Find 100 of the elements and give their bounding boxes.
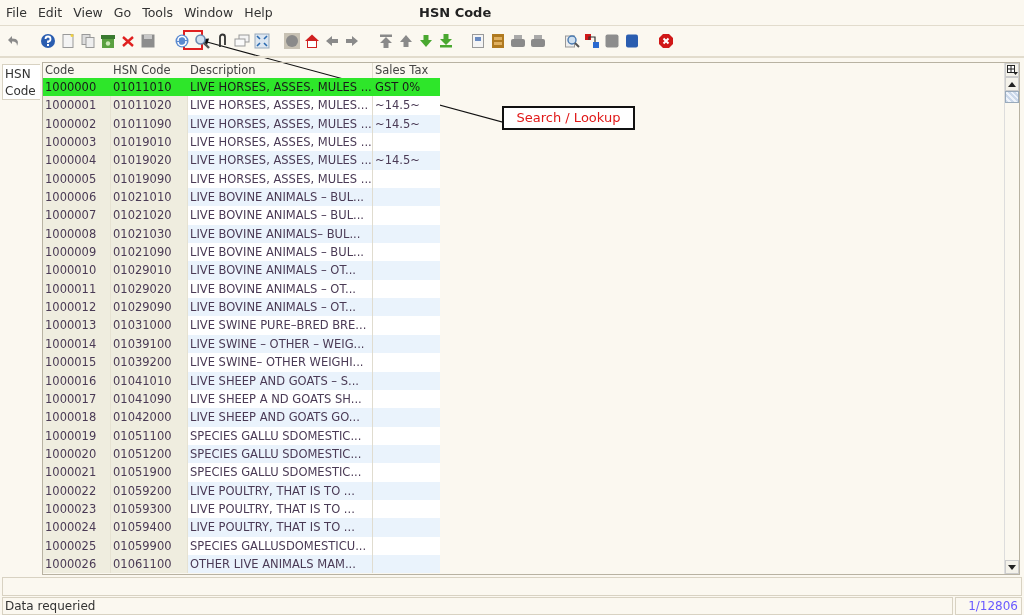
table-cell: LIVE BOVINE ANIMALS – BUL... <box>188 188 372 207</box>
menu-item[interactable]: Edit <box>37 5 63 20</box>
table-cell: 1000007 <box>43 206 111 225</box>
menu-item[interactable]: Tools <box>142 5 173 20</box>
table-row[interactable]: 1000014 01039100 LIVE SWINE – OTHER – WEIG... <box>43 334 440 354</box>
menu-item[interactable]: File <box>6 5 27 20</box>
save-icon[interactable] <box>140 33 156 49</box>
menu-item[interactable]: Help <box>244 5 273 20</box>
table-row[interactable]: 1000016 01041010 LIVE SHEEP AND GOATS – S... <box>43 371 440 390</box>
table-cell: LIVE SWINE PURE–BRED BRE... <box>188 316 372 335</box>
table-cell: LIVE BOVINE ANIMALS – BUL... <box>188 206 372 225</box>
table-cell: 01029010 <box>111 261 188 280</box>
table-row[interactable]: 1000004 01019020 LIVE HORSES, ASSES, MULES ... ~14.5~ <box>43 151 440 170</box>
column-header[interactable]: Code <box>43 63 111 78</box>
table-row[interactable]: 1000012 01029090 LIVE BOVINE ANIMALS – OT... <box>43 298 440 317</box>
menu-item[interactable]: Window <box>183 5 234 20</box>
table-row[interactable]: 1000006 01021010 LIVE BOVINE ANIMALS – BUL... <box>43 188 440 207</box>
caret-up-icon <box>1008 81 1016 87</box>
table-row[interactable]: 1000011 01029020 LIVE BOVINE ANIMALS – OT... <box>43 279 440 299</box>
archive-box-icon[interactable] <box>100 33 116 49</box>
table-cell: 01021020 <box>111 206 188 225</box>
caret-down-icon <box>1008 564 1016 570</box>
table-cell: SPECIES GALLU SDOMESTIC... <box>188 463 372 482</box>
table-row[interactable]: 1000018 01042000 LIVE SHEEP AND GOATS GO... <box>43 408 440 427</box>
printer-icon[interactable] <box>510 33 526 49</box>
table-row[interactable]: 1000015 01039200 LIVE SWINE– OTHER WEIGHI... <box>43 353 440 372</box>
table-row[interactable]: 1000002 01011090 LIVE HORSES, ASSES, MULES ... ~14.5~ <box>43 114 440 134</box>
home-icon[interactable] <box>304 33 320 49</box>
table-cell: 01029090 <box>111 298 188 317</box>
table-cell: 1000003 <box>43 133 111 152</box>
copy-icon[interactable] <box>80 33 96 49</box>
document-icon[interactable] <box>470 33 486 49</box>
table-cell: 01039200 <box>111 353 188 372</box>
table-row[interactable]: 1000001 01011020 LIVE HORSES, ASSES, MULES... ~14.5~ <box>43 96 440 115</box>
table-cell: 1000015 <box>43 353 111 372</box>
table-row[interactable]: 1000017 01041090 LIVE SHEEP A ND GOATS SH... <box>43 389 440 409</box>
table-cell: 1000009 <box>43 243 111 262</box>
right-arrow-icon[interactable] <box>344 33 360 49</box>
printer-icon[interactable] <box>530 33 546 49</box>
table-cell: 1000021 <box>43 463 111 482</box>
table-cell-text: GST 0% <box>374 79 422 96</box>
first-record-icon[interactable] <box>378 33 394 49</box>
last-record-icon[interactable] <box>438 33 454 49</box>
transfer-icon[interactable] <box>584 33 600 49</box>
column-header[interactable]: Description <box>188 63 372 78</box>
refresh-icon[interactable] <box>174 33 190 49</box>
table-row[interactable]: 1000007 01021020 LIVE BOVINE ANIMALS – BUL... <box>43 206 440 225</box>
delete-icon[interactable] <box>120 33 136 49</box>
table-cell: LIVE BOVINE ANIMALS – OT... <box>188 298 372 317</box>
table-row[interactable]: 1000010 01029010 LIVE BOVINE ANIMALS – OT... <box>43 261 440 280</box>
status-message: Data requeried <box>2 597 953 615</box>
table-row[interactable]: 1000025 01059900 SPECIES GALLUSDOMESTICU... <box>43 536 440 555</box>
table-cell: ~14.5~ <box>372 96 440 115</box>
cabinet-icon[interactable] <box>490 33 506 49</box>
table-row[interactable]: 1000026 01061100 OTHER LIVE ANIMALS MAM... <box>43 554 440 574</box>
input-field[interactable] <box>2 577 1022 596</box>
record-counter: 1/12806 <box>955 597 1022 615</box>
table-cell: LIVE BOVINE ANIMALS – OT... <box>188 261 372 280</box>
table-row[interactable]: 1000024 01059400 LIVE POULTRY, THAT IS TO ... <box>43 518 440 537</box>
table-cell: LIVE POULTRY, THAT IS TO ... <box>188 518 372 537</box>
fullscreen-icon[interactable] <box>254 33 270 49</box>
table-cell: LIVE HORSES, ASSES, MULES ... <box>188 133 372 152</box>
menu-item[interactable]: View <box>73 5 103 20</box>
menu-item[interactable]: Go <box>113 5 132 20</box>
table-row[interactable]: 1000019 01051100 SPECIES GALLU SDOMESTIC... <box>43 426 440 445</box>
table-cell-text: 01011010 <box>112 79 173 96</box>
callout-label: Search / Lookup <box>502 106 635 130</box>
table-row[interactable]: 1000013 01031000 LIVE SWINE PURE–BRED BRE... <box>43 316 440 335</box>
table-row[interactable]: 1000003 01019010 LIVE HORSES, ASSES, MULES ... <box>43 133 440 152</box>
left-arrow-icon[interactable] <box>324 33 340 49</box>
table-cell: 01059400 <box>111 518 188 537</box>
search-icon[interactable] <box>194 33 210 49</box>
table-cell: 1000012 <box>43 298 111 317</box>
down-arrow-icon[interactable] <box>418 33 434 49</box>
table-row[interactable]: 1000009 01021090 LIVE BOVINE ANIMALS – BUL... <box>43 243 440 262</box>
scroll-down-button[interactable] <box>1005 560 1019 574</box>
table-row[interactable]: 1000021 01051900 SPECIES GALLU SDOMESTIC... <box>43 463 440 482</box>
column-chooser-icon[interactable] <box>1005 63 1019 77</box>
table-row[interactable]: 1000022 01059200 LIVE POULTRY, THAT IS TO ... <box>43 481 440 500</box>
table-cell: 01021010 <box>111 188 188 207</box>
column-header[interactable]: HSN Code <box>111 63 188 78</box>
scrollbar-thumb[interactable] <box>1005 91 1019 103</box>
table-cell: 01031000 <box>111 316 188 335</box>
scroll-up-button[interactable] <box>1005 77 1019 91</box>
table-cell: 1000024 <box>43 518 111 537</box>
up-arrow-icon[interactable] <box>398 33 414 49</box>
table-row[interactable]: 1000005 01019090 LIVE HORSES, ASSES, MULES ... <box>43 169 440 189</box>
table-cell: 1000006 <box>43 188 111 207</box>
window-title: HSN Code <box>419 5 492 20</box>
table-row[interactable]: 1000000 01011010 LIVE HORSES, ASSES, MULES ... GST 0% <box>43 78 440 97</box>
table-row[interactable]: 1000008 01021030 LIVE BOVINE ANIMALS– BUL... <box>43 224 440 244</box>
table-row[interactable]: 1000020 01051200 SPECIES GALLU SDOMESTIC... <box>43 444 440 464</box>
help-icon[interactable] <box>40 33 56 49</box>
table-row[interactable]: 1000023 01059300 LIVE POULTRY, THAT IS TO ... <box>43 499 440 519</box>
new-document-icon[interactable] <box>60 33 76 49</box>
close-icon[interactable] <box>658 33 674 49</box>
table-cell: 1000001 <box>43 96 111 115</box>
table-cell: LIVE SHEEP AND GOATS GO... <box>188 408 372 427</box>
side-tab[interactable]: HSN Code <box>2 64 40 100</box>
zoom-document-icon[interactable] <box>564 33 580 49</box>
